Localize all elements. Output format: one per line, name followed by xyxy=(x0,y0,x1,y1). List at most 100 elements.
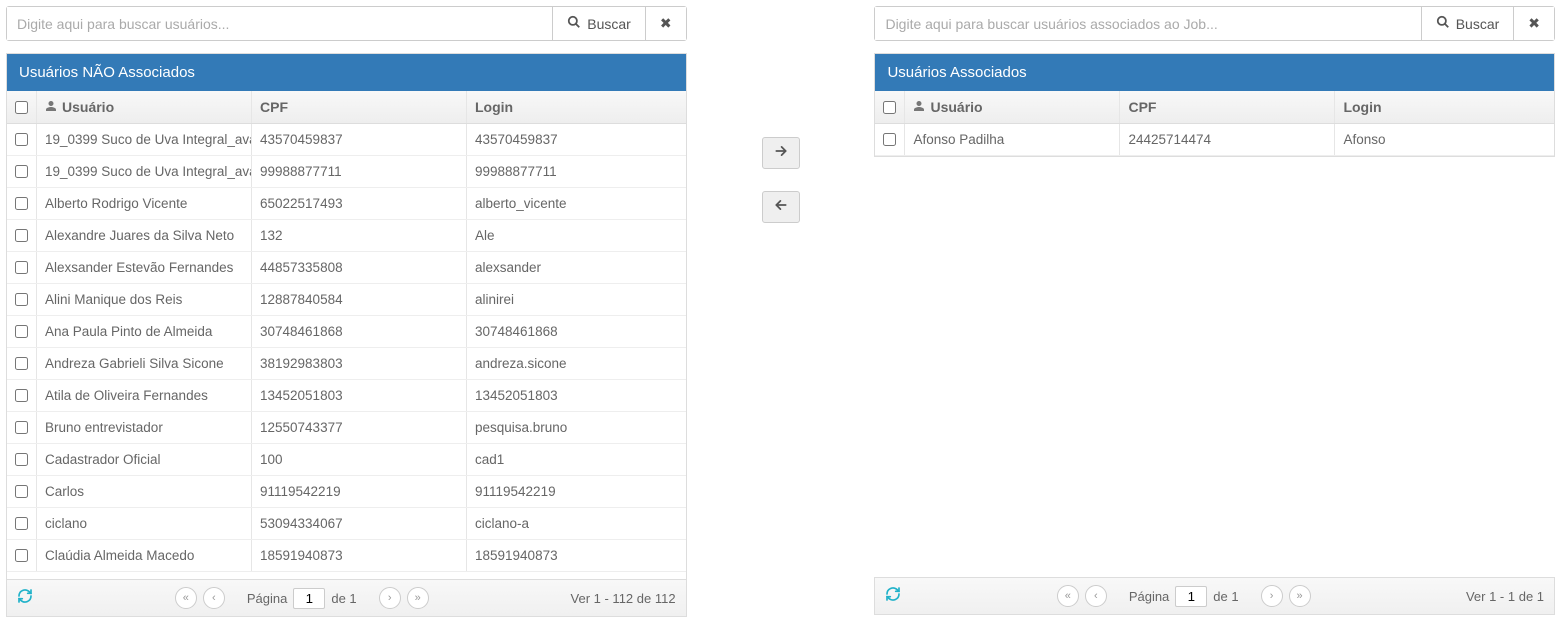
row-login: alinirei xyxy=(467,284,686,315)
prev-page-button[interactable]: ‹ xyxy=(1085,585,1107,607)
user-icon xyxy=(45,99,57,115)
row-checkbox[interactable] xyxy=(15,165,28,178)
select-all-checkbox[interactable] xyxy=(15,101,28,114)
row-cpf: 18591940873 xyxy=(252,540,467,571)
page-label: Página xyxy=(1129,589,1169,604)
select-all-checkbox[interactable] xyxy=(883,101,896,114)
row-user: 19_0399 Suco de Uva Integral_avali xyxy=(37,156,252,187)
last-page-button[interactable]: » xyxy=(1289,585,1311,607)
row-login: Ale xyxy=(467,220,686,251)
grid-body[interactable]: Afonso Padilha24425714474Afonso xyxy=(875,124,1554,156)
user-icon xyxy=(913,99,925,115)
table-row[interactable]: Bruno entrevistador12550743377pesquisa.b… xyxy=(7,412,686,444)
assigned-grid: Usuários Associados Usuário CPF Login Af… xyxy=(874,53,1555,157)
table-row[interactable]: ciclano53094334067ciclano-a xyxy=(7,508,686,540)
table-row[interactable]: Alini Manique dos Reis12887840584alinire… xyxy=(7,284,686,316)
row-login: alexsander xyxy=(467,252,686,283)
table-row[interactable]: 19_0399 Suco de Uva Integral_avali 435704… xyxy=(7,124,686,156)
row-user: Andreza Gabrieli Silva Sicone xyxy=(37,348,252,379)
table-row[interactable]: Atila de Oliveira Fernandes1345205180313… xyxy=(7,380,686,412)
refresh-icon[interactable] xyxy=(885,586,901,606)
table-row[interactable]: 19_0399 Suco de Uva Integral_avali999888… xyxy=(7,156,686,188)
row-login: 18591940873 xyxy=(467,540,686,571)
clear-button[interactable]: ✖ xyxy=(645,7,686,40)
search-input[interactable] xyxy=(875,7,1420,40)
search-button[interactable]: Buscar xyxy=(552,7,645,40)
grid-body[interactable]: 19_0399 Suco de Uva Integral_avali 435704… xyxy=(7,124,686,579)
row-cpf: 132 xyxy=(252,220,467,251)
row-user: Cadastrador Oficial xyxy=(37,444,252,475)
first-page-button[interactable]: « xyxy=(175,587,197,609)
grid-header-row: Usuário CPF Login xyxy=(875,91,1554,124)
row-login: cad1 xyxy=(467,444,686,475)
row-checkbox[interactable] xyxy=(15,453,28,466)
table-row[interactable]: Alexandre Juares da Silva Neto132Ale xyxy=(7,220,686,252)
table-row[interactable]: Alberto Rodrigo Vicente65022517493albert… xyxy=(7,188,686,220)
table-row[interactable]: Claúdia Almeida Macedo185919408731859194… xyxy=(7,540,686,572)
search-label: Buscar xyxy=(587,16,631,32)
pager-summary: Ver 1 - 112 de 112 xyxy=(571,591,676,606)
row-login: 43570459837 xyxy=(467,124,686,155)
row-checkbox[interactable] xyxy=(15,485,28,498)
grid-footer: « ‹ Página de 1 › » Ver 1 - 112 de 112 xyxy=(7,579,686,616)
row-checkbox[interactable] xyxy=(883,133,896,146)
table-row[interactable]: Andreza Gabrieli Silva Sicone38192983803… xyxy=(7,348,686,380)
row-cpf: 38192983803 xyxy=(252,348,467,379)
row-checkbox[interactable] xyxy=(15,325,28,338)
row-login: 91119542219 xyxy=(467,476,686,507)
next-page-button[interactable]: › xyxy=(379,587,401,609)
row-user: 19_0399 Suco de Uva Integral_avali xyxy=(37,124,252,155)
col-header-login: Login xyxy=(1335,91,1554,123)
row-user: Alini Manique dos Reis xyxy=(37,284,252,315)
prev-page-button[interactable]: ‹ xyxy=(203,587,225,609)
unassigned-grid: Usuários NÃO Associados Usuário CPF Logi… xyxy=(6,53,687,617)
grid-footer: « ‹ Página de 1 › » Ver 1 - 1 de 1 xyxy=(875,577,1554,614)
col-header-cpf: CPF xyxy=(1120,91,1335,123)
page-of-label: de 1 xyxy=(331,591,356,606)
clear-button[interactable]: ✖ xyxy=(1513,7,1554,40)
row-user: Bruno entrevistador xyxy=(37,412,252,443)
row-checkbox[interactable] xyxy=(15,517,28,530)
table-row[interactable]: Cadastrador Oficial100cad1 xyxy=(7,444,686,476)
row-cpf: 99988877711 xyxy=(252,156,467,187)
row-login: ciclano-a xyxy=(467,508,686,539)
row-cpf: 91119542219 xyxy=(252,476,467,507)
row-login: 30748461868 xyxy=(467,316,686,347)
next-page-button[interactable]: › xyxy=(1261,585,1283,607)
row-cpf: 24425714474 xyxy=(1120,124,1335,155)
search-icon xyxy=(567,15,581,32)
search-button[interactable]: Buscar xyxy=(1421,7,1514,40)
page-input[interactable] xyxy=(293,588,325,609)
refresh-icon[interactable] xyxy=(17,588,33,608)
first-page-button[interactable]: « xyxy=(1057,585,1079,607)
page-of-label: de 1 xyxy=(1213,589,1238,604)
row-checkbox[interactable] xyxy=(15,261,28,274)
search-input[interactable] xyxy=(7,7,552,40)
table-row[interactable]: Afonso Padilha24425714474Afonso xyxy=(875,124,1554,156)
row-checkbox[interactable] xyxy=(15,229,28,242)
move-right-button[interactable] xyxy=(762,137,800,169)
grid-title: Usuários NÃO Associados xyxy=(7,54,686,91)
move-left-button[interactable] xyxy=(762,191,800,223)
page-label: Página xyxy=(247,591,287,606)
table-row[interactable]: Ana Paula Pinto de Almeida30748461868307… xyxy=(7,316,686,348)
row-checkbox[interactable] xyxy=(15,421,28,434)
table-row[interactable]: Carlos9111954221991119542219 xyxy=(7,476,686,508)
row-checkbox[interactable] xyxy=(15,197,28,210)
page-input[interactable] xyxy=(1175,586,1207,607)
row-checkbox[interactable] xyxy=(15,133,28,146)
row-checkbox[interactable] xyxy=(15,293,28,306)
last-page-button[interactable]: » xyxy=(407,587,429,609)
col-header-cpf: CPF xyxy=(252,91,467,123)
table-row[interactable]: Alexsander Estevão Fernandes44857335808a… xyxy=(7,252,686,284)
row-cpf: 13452051803 xyxy=(252,380,467,411)
row-user: Alexsander Estevão Fernandes xyxy=(37,252,252,283)
search-bar-left: Buscar ✖ xyxy=(6,6,687,41)
row-login: alberto_vicente xyxy=(467,188,686,219)
row-user: Claúdia Almeida Macedo xyxy=(37,540,252,571)
close-icon: ✖ xyxy=(660,15,672,32)
row-checkbox[interactable] xyxy=(15,389,28,402)
row-checkbox[interactable] xyxy=(15,549,28,562)
row-checkbox[interactable] xyxy=(15,357,28,370)
row-user: Alberto Rodrigo Vicente xyxy=(37,188,252,219)
